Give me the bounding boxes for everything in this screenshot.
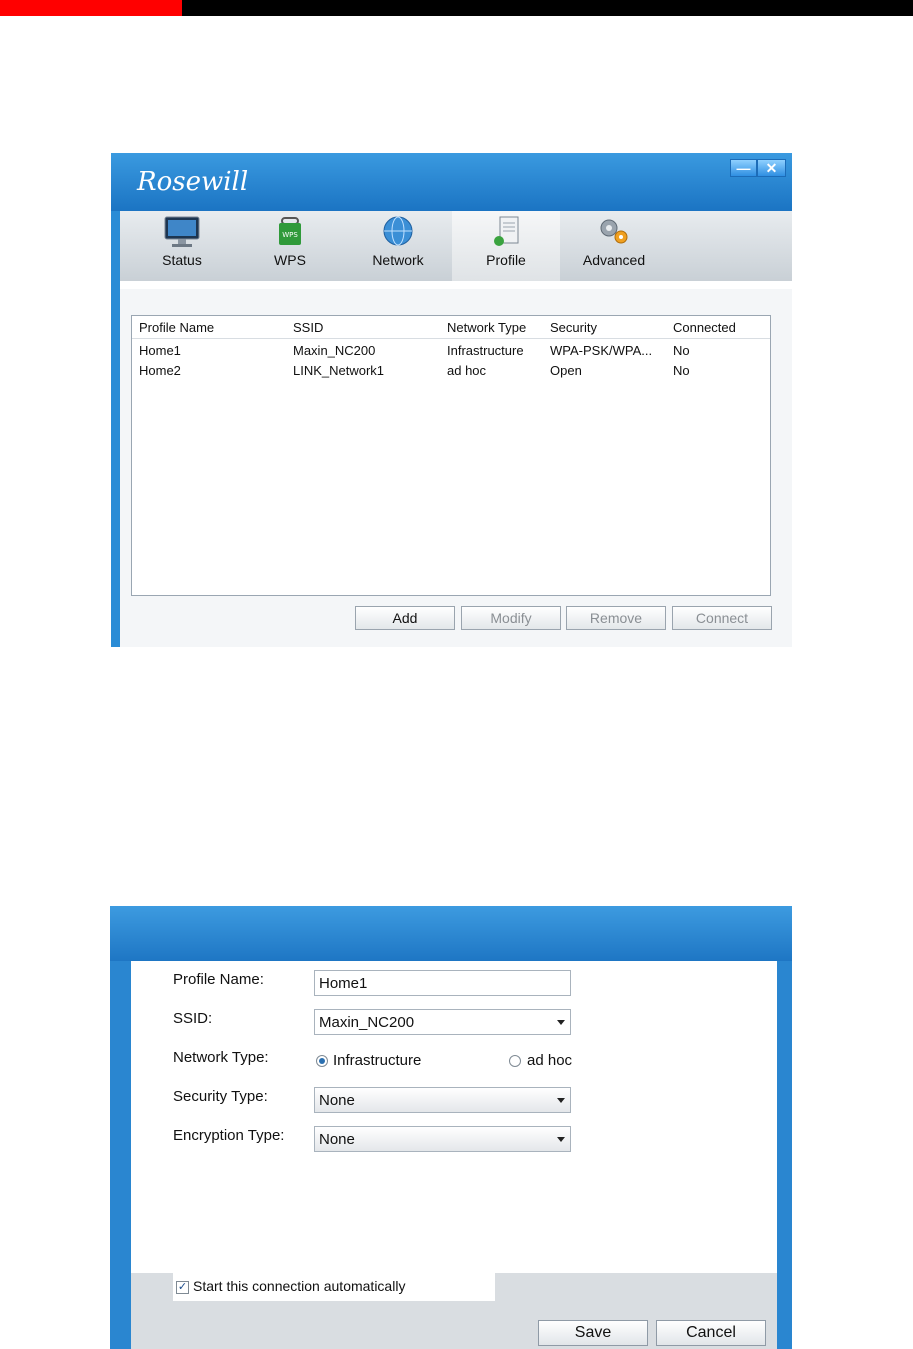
modify-button[interactable]: Modify	[461, 606, 561, 630]
tab-profile[interactable]: Profile	[452, 211, 560, 281]
profile-table: Profile Name SSID Network Type Security …	[131, 315, 771, 596]
add-button[interactable]: Add	[355, 606, 455, 630]
encryption-type-select[interactable]: None	[314, 1126, 571, 1152]
chevron-down-icon[interactable]	[557, 1020, 565, 1025]
ssid-value: Maxin_NC200	[319, 1014, 415, 1031]
adhoc-label: ad hoc	[527, 1052, 573, 1069]
minimize-button[interactable]: —	[730, 159, 757, 177]
column-header[interactable]: Network Type	[447, 320, 526, 335]
profile-panel: Profile Name SSID Network Type Security …	[120, 281, 792, 647]
security-type-value: None	[319, 1092, 355, 1109]
security-type-label: Security Type:	[173, 1088, 268, 1105]
cell-profile-name: Home1	[139, 343, 181, 358]
cell-security: WPA-PSK/WPA...	[550, 343, 653, 358]
cell-security: Open	[550, 363, 582, 378]
profile-name-input[interactable]: Home1	[314, 970, 571, 996]
cell-ssid: LINK_Network1	[293, 363, 385, 378]
save-button[interactable]: Save	[538, 1320, 648, 1346]
tab-label: WPS	[274, 252, 306, 268]
brand-logo: Rosewill	[137, 167, 249, 197]
ssid-label: SSID:	[173, 1010, 213, 1027]
chevron-down-icon[interactable]	[557, 1137, 565, 1142]
globe-icon	[383, 216, 413, 246]
infrastructure-label: Infrastructure	[333, 1052, 422, 1069]
connect-button[interactable]: Connect	[672, 606, 772, 630]
minimize-icon: —	[736, 160, 751, 176]
table-row[interactable]: Home2 LINK_Network1 ad hoc Open No	[132, 361, 770, 381]
check-icon: ✓	[177, 1281, 188, 1293]
auto-connect-checkbox[interactable]: ✓	[176, 1281, 189, 1294]
profile-edit-window: Profile Name: Home1 SSID: Maxin_NC200 Ne…	[110, 906, 792, 1349]
table-row[interactable]: Home1 Maxin_NC200 Infrastructure WPA-PSK…	[132, 341, 770, 361]
title-band	[110, 906, 792, 961]
red-accent	[0, 0, 182, 16]
tab-label: Profile	[486, 252, 526, 268]
tab-label: Advanced	[582, 252, 646, 268]
close-button[interactable]: ✕	[757, 159, 786, 177]
tab-advanced[interactable]: Advanced	[560, 211, 668, 281]
adhoc-radio[interactable]	[509, 1055, 521, 1067]
table-header: Profile Name SSID Network Type Security …	[132, 316, 770, 339]
cell-ssid: Maxin_NC200	[293, 343, 376, 358]
tab-wps[interactable]: WPS WPS	[236, 211, 344, 281]
profile-window: Rosewill — ✕ Status WPS WPS Network Prof…	[111, 153, 792, 647]
close-icon: ✕	[765, 159, 778, 176]
ssid-combo[interactable]: Maxin_NC200	[314, 1009, 571, 1035]
gears-icon	[600, 219, 628, 244]
encryption-type-label: Encryption Type:	[173, 1127, 285, 1144]
column-header[interactable]: Connected	[673, 320, 736, 335]
monitor-icon	[164, 216, 200, 247]
remove-button[interactable]: Remove	[566, 606, 666, 630]
chevron-down-icon[interactable]	[557, 1098, 565, 1103]
title-bar: Rosewill — ✕	[111, 153, 792, 211]
auto-connect-label: Start this connection automatically	[193, 1278, 406, 1294]
wps-icon: WPS	[279, 217, 301, 245]
profile-edit-panel: Profile Name: Home1 SSID: Maxin_NC200 Ne…	[131, 961, 777, 1349]
encryption-type-value: None	[319, 1131, 355, 1148]
top-banner	[0, 0, 913, 16]
cell-profile-name: Home2	[139, 363, 181, 378]
column-header[interactable]: SSID	[293, 320, 323, 335]
infrastructure-radio[interactable]	[316, 1055, 328, 1067]
cell-connected: No	[673, 343, 690, 358]
cancel-button[interactable]: Cancel	[656, 1320, 766, 1346]
tab-label: Network	[372, 252, 424, 268]
profile-name-label: Profile Name:	[173, 971, 264, 988]
profile-icon	[494, 216, 519, 246]
tab-strip: Status WPS WPS Network Profile Advanced	[120, 211, 792, 281]
tab-network[interactable]: Network	[344, 211, 452, 281]
tab-label: Status	[162, 252, 202, 268]
column-header[interactable]: Security	[550, 320, 597, 335]
security-type-select[interactable]: None	[314, 1087, 571, 1113]
cell-network-type: ad hoc	[447, 363, 487, 378]
network-type-label: Network Type:	[173, 1049, 269, 1066]
cell-connected: No	[673, 363, 690, 378]
tab-status[interactable]: Status	[128, 211, 236, 281]
svg-text:WPS: WPS	[282, 231, 298, 239]
column-header[interactable]: Profile Name	[139, 320, 214, 335]
cell-network-type: Infrastructure	[447, 343, 524, 358]
